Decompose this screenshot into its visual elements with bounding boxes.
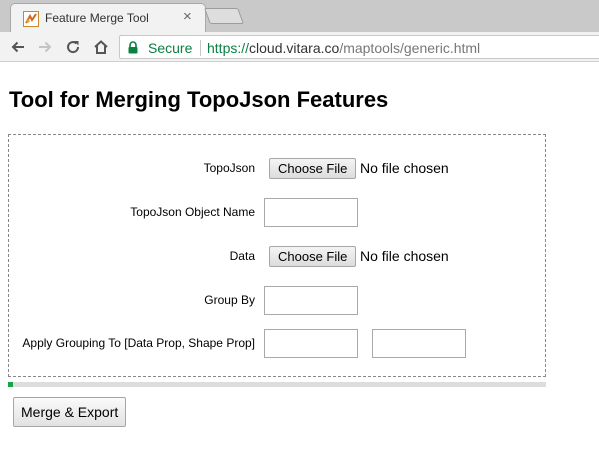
data-label: Data [229,249,255,263]
back-arrow-icon[interactable] [9,38,27,56]
url-text: https://cloud.vitara.co/maptools/generic… [207,40,480,56]
data-choose-file-button[interactable]: Choose File [269,246,357,267]
forward-arrow-icon[interactable] [36,38,54,56]
object-name-input[interactable] [264,198,358,227]
vitara-favicon-icon [23,11,39,27]
lock-icon [127,41,139,54]
merge-export-button[interactable]: Merge & Export [13,397,127,427]
home-icon[interactable] [92,38,110,56]
topojson-file-status: No file chosen [360,160,449,176]
reload-icon[interactable] [64,38,82,56]
address-bar[interactable]: Secure https://cloud.vitara.co/maptools/… [119,35,599,59]
topojson-label: TopoJson [203,161,255,175]
object-name-label: TopoJson Object Name [130,205,255,219]
url-separator [200,40,201,56]
data-prop-input[interactable] [264,329,358,358]
data-file-status: No file chosen [360,248,449,264]
progress-bar [8,382,546,387]
close-tab-icon[interactable]: × [183,9,192,25]
tab-feature-merge-tool[interactable]: Feature Merge Tool × [10,3,206,32]
shape-prop-input[interactable] [372,329,466,358]
url-path: /maptools/generic.html [339,40,481,56]
browser-toolbar: Secure https://cloud.vitara.co/maptools/… [0,32,599,62]
url-host: cloud.vitara.co [249,40,340,56]
tab-title: Feature Merge Tool [45,11,149,25]
group-by-label: Group By [204,293,255,307]
page-title: Tool for Merging TopoJson Features [9,87,389,112]
new-tab-button[interactable] [204,8,244,24]
apply-grouping-label: Apply Grouping To [Data Prop, Shape Prop… [22,336,255,350]
tab-strip: Feature Merge Tool × [0,0,599,32]
secure-label: Secure [148,40,193,56]
url-scheme: https:// [207,40,250,56]
progress-bar-fill [8,382,13,387]
group-by-input[interactable] [264,286,358,315]
topojson-choose-file-button[interactable]: Choose File [269,158,357,179]
